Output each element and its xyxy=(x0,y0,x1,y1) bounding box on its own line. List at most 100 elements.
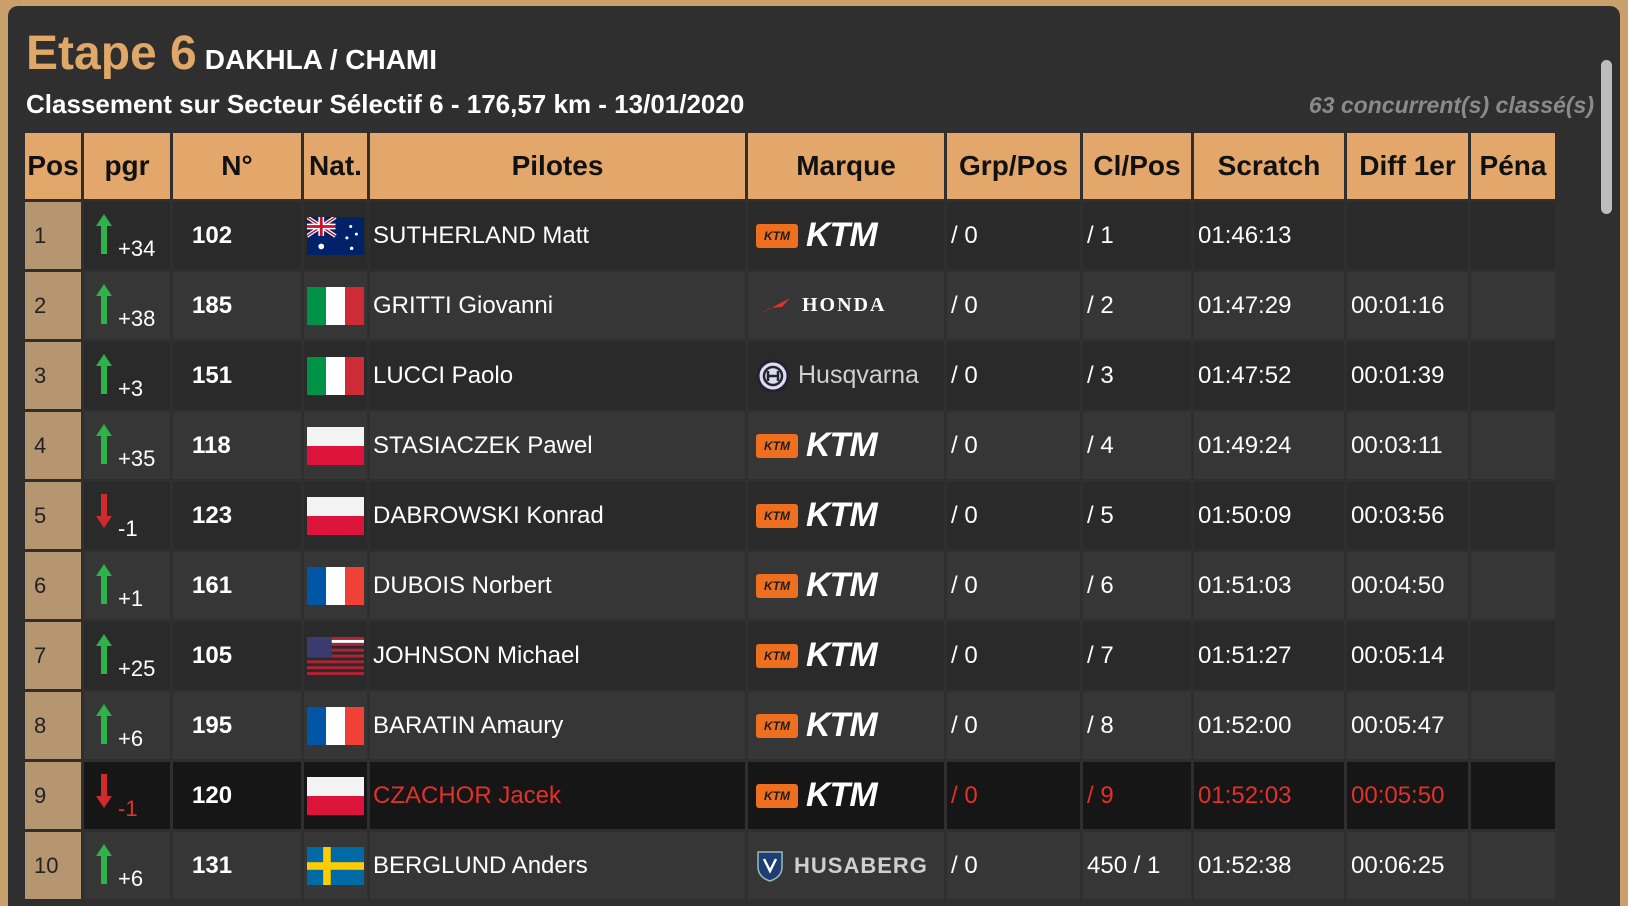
gap-to-leader: 00:05:14 xyxy=(1347,622,1468,689)
col-header-marque[interactable]: Marque xyxy=(748,133,944,199)
col-header-pilotes[interactable]: Pilotes xyxy=(370,133,745,199)
race-number: 185 xyxy=(173,272,301,339)
col-header-diff[interactable]: Diff 1er xyxy=(1347,133,1468,199)
class-position: / 8 xyxy=(1083,692,1191,759)
progression-delta: +6 xyxy=(118,866,144,891)
pilot-name-link[interactable]: JOHNSON Michael xyxy=(370,622,745,689)
scratch-time: 01:51:27 xyxy=(1194,622,1344,689)
table-row[interactable]: 3 +3 151 LUCCI Paolo Husqvarna / 0/ 3 01:47:52… xyxy=(25,342,1592,412)
ktm-badge-icon: KTM xyxy=(756,223,798,248)
ktm-wordmark: KTM xyxy=(806,636,878,674)
pilot-name-link[interactable]: DABROWSKI Konrad xyxy=(370,482,745,549)
position-cell: 2 xyxy=(25,272,81,339)
pilot-name-link[interactable]: LUCCI Paolo xyxy=(370,342,745,409)
col-header-grp-pos[interactable]: Grp/Pos xyxy=(947,133,1080,199)
class-position: 450 / 1 xyxy=(1083,832,1191,899)
class-position: / 6 xyxy=(1083,552,1191,619)
table-row[interactable]: 8 +6 195 BARATIN Amaury KTM KTM / 0/ 8 01:52:00… xyxy=(25,692,1592,762)
pilot-name-link[interactable]: DUBOIS Norbert xyxy=(370,552,745,619)
table-row[interactable]: 2 +38 185 GRITTI Giovanni HONDA / 0/ 2 01:47:2… xyxy=(25,272,1592,342)
col-header-pena[interactable]: Péna xyxy=(1471,133,1555,199)
gap-to-leader xyxy=(1347,202,1468,269)
honda-wing-icon xyxy=(758,297,790,315)
col-header-scratch[interactable]: Scratch xyxy=(1194,133,1344,199)
brand-cell: KTM KTM xyxy=(748,552,944,619)
classified-count: 63 concurrent(s) classé(s) xyxy=(1308,92,1594,118)
progression-delta: +38 xyxy=(118,306,156,331)
pilot-name-link[interactable]: SUTHERLAND Matt xyxy=(370,202,745,269)
france-flag-icon xyxy=(304,692,367,759)
scratch-time: 01:50:09 xyxy=(1194,482,1344,549)
progression-cell: +25 xyxy=(84,622,170,689)
group-position: / 0 xyxy=(947,342,1080,409)
table-row[interactable]: 10 +6 131 BERGLUND Anders HUSABERG / 0 450 / 1… xyxy=(25,832,1592,902)
ktm-wordmark: KTM xyxy=(806,706,878,744)
penalty-cell xyxy=(1471,692,1555,759)
class-position: / 3 xyxy=(1083,342,1191,409)
husaberg-shield-icon xyxy=(757,850,783,882)
progression-cell: -1 xyxy=(84,482,170,549)
penalty-cell xyxy=(1471,552,1555,619)
italy-flag-icon xyxy=(304,272,367,339)
brand-cell: KTM KTM xyxy=(748,622,944,689)
table-row[interactable]: 4 +35 118 STASIACZEK Pawel KTM KTM / 0/ 4 01:49… xyxy=(25,412,1592,482)
ktm-wordmark: KTM xyxy=(806,566,878,604)
class-position: / 2 xyxy=(1083,272,1191,339)
penalty-cell xyxy=(1471,202,1555,269)
brand-cell: Husqvarna xyxy=(748,342,944,409)
pilot-name-link[interactable]: CZACHOR Jacek xyxy=(370,762,745,829)
col-header-pgr[interactable]: pgr xyxy=(84,133,170,199)
group-position: / 0 xyxy=(947,272,1080,339)
class-position: / 9 xyxy=(1083,762,1191,829)
scratch-time: 01:46:13 xyxy=(1194,202,1344,269)
scratch-time: 01:47:52 xyxy=(1194,342,1344,409)
ktm-badge-icon: KTM xyxy=(756,643,798,668)
poland-flag-icon xyxy=(304,762,367,829)
husqvarna-crown-icon xyxy=(756,359,790,392)
position-cell: 5 xyxy=(25,482,81,549)
col-header-pos[interactable]: Pos xyxy=(25,133,81,199)
class-position: / 4 xyxy=(1083,412,1191,479)
brand-husaberg-logo: HUSABERG xyxy=(756,849,928,883)
scrollbar-thumb[interactable] xyxy=(1601,60,1612,214)
race-number: 123 xyxy=(173,482,301,549)
position-up-arrow-icon xyxy=(96,284,112,324)
col-header-nat[interactable]: Nat. xyxy=(304,133,367,199)
pilot-name-link[interactable]: STASIACZEK Pawel xyxy=(370,412,745,479)
col-header-number[interactable]: N° xyxy=(173,133,301,199)
race-number: 102 xyxy=(173,202,301,269)
table-row[interactable]: 9 -1 120 CZACHOR Jacek KTM KTM / 0/ 9 01:52:03 0… xyxy=(25,762,1592,832)
group-position: / 0 xyxy=(947,832,1080,899)
brand-cell: KTM KTM xyxy=(748,692,944,759)
progression-delta: +6 xyxy=(118,726,144,751)
col-header-cl-pos[interactable]: Cl/Pos xyxy=(1083,133,1191,199)
brand-cell: KTM KTM xyxy=(748,762,944,829)
class-position: / 7 xyxy=(1083,622,1191,689)
brand-ktm-logo: KTM KTM xyxy=(756,426,878,465)
race-number: 151 xyxy=(173,342,301,409)
sweden-flag-icon xyxy=(304,832,367,899)
table-row[interactable]: 5 -1 123 DABROWSKI Konrad KTM KTM / 0/ 5 01:50:… xyxy=(25,482,1592,552)
table-header: Pos pgr N° Nat. Pilotes Marque Grp/Pos C… xyxy=(25,133,1592,202)
table-row[interactable]: 6 +1 161 DUBOIS Norbert KTM KTM / 0/ 6 01:51:03… xyxy=(25,552,1592,622)
pilot-name-link[interactable]: BERGLUND Anders xyxy=(370,832,745,899)
brand-ktm-logo: KTM KTM xyxy=(756,636,878,675)
poland-flag-icon xyxy=(304,482,367,549)
ktm-wordmark: KTM xyxy=(806,426,878,464)
penalty-cell xyxy=(1471,762,1555,829)
progression-cell: -1 xyxy=(84,762,170,829)
gap-to-leader: 00:05:50 xyxy=(1347,762,1468,829)
table-row[interactable]: 7 +25 105 JOHNSON Michael KTM KTM / 0/ 7 01:51:… xyxy=(25,622,1592,692)
table-row[interactable]: 1 +34 102 SUTHERLAND Matt KTM KTM / 0/ 1 01:46:… xyxy=(25,202,1592,272)
brand-cell: KTM KTM xyxy=(748,482,944,549)
race-number: 118 xyxy=(173,412,301,479)
france-flag-icon xyxy=(304,552,367,619)
group-position: / 0 xyxy=(947,202,1080,269)
pilot-name-link[interactable]: BARATIN Amaury xyxy=(370,692,745,759)
usa-flag-icon xyxy=(304,622,367,689)
position-cell: 4 xyxy=(25,412,81,479)
group-position: / 0 xyxy=(947,552,1080,619)
honda-wordmark: HONDA xyxy=(802,294,887,316)
pilot-name-link[interactable]: GRITTI Giovanni xyxy=(370,272,745,339)
results-table: Pos pgr N° Nat. Pilotes Marque Grp/Pos C… xyxy=(25,133,1592,902)
